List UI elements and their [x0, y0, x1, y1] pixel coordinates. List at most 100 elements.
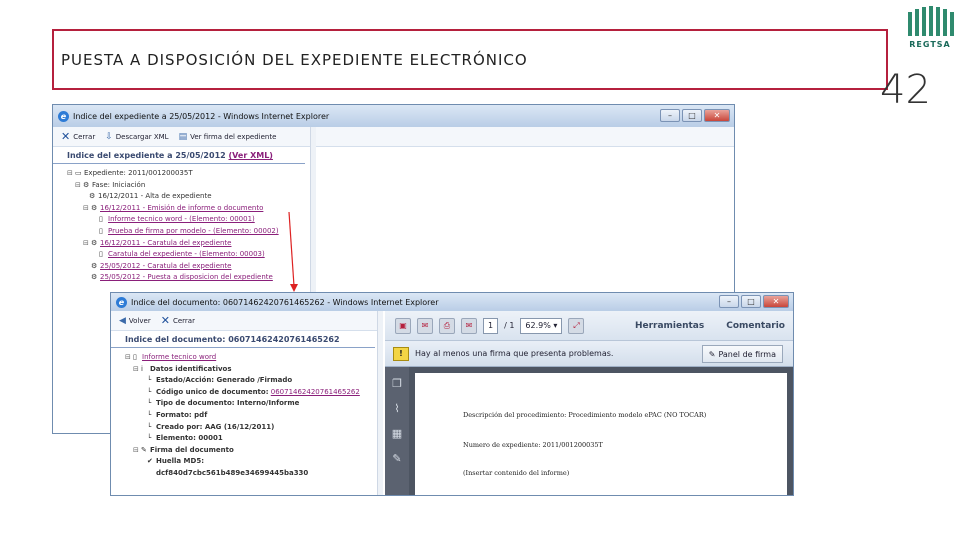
window-title: Indice del documento: 060714624207614652…	[131, 297, 439, 307]
print-icon[interactable]: ⎙	[439, 317, 455, 334]
close-label: Cerrar	[172, 316, 195, 325]
view-signature-button[interactable]: ▤ Ver firma del expediente	[179, 132, 277, 142]
tree-node[interactable]: ⚙ 25/05/2012 - Caratula del expediente	[53, 261, 313, 273]
view-xml-link[interactable]: (Ver XML)	[229, 151, 273, 160]
tree-node[interactable]: ⚙ 16/12/2011 - Alta de expediente	[53, 191, 313, 203]
collapse-icon[interactable]: ⊟	[75, 180, 83, 192]
tree-node[interactable]: ▯ Prueba de firma por modelo - (Elemento:…	[53, 226, 313, 238]
fit-page-icon[interactable]: ⤢	[568, 317, 585, 334]
layers-icon[interactable]: ▦	[392, 427, 402, 440]
slide-title: PUESTA A DISPOSICIÓN DEL EXPEDIENTE ELEC…	[61, 51, 528, 69]
close-icon: ✕	[160, 314, 170, 327]
save-icon[interactable]: ▣	[395, 317, 411, 334]
tree-node-label: Elemento: 00001	[156, 434, 223, 443]
tree-node-label: 16/12/2011 - Alta de expediente	[98, 192, 212, 201]
document-index-pane: ◀ Volver ✕ Cerrar Indice del documento: …	[111, 311, 383, 495]
pdf-text-line: Numero de expediente: 2011/001200035T	[463, 441, 603, 449]
tree-node: dcf840d7cbc561b489e34699445ba330	[111, 468, 383, 480]
close-button[interactable]: ✕ Cerrar	[61, 130, 95, 143]
tree-node-label: Estado/Acción: Generado /Firmado	[156, 376, 293, 385]
email-pdf-icon[interactable]: ✉	[417, 317, 433, 334]
window-titlebar[interactable]: e Indice del documento: 0607146242076146…	[111, 293, 793, 311]
internet-explorer-icon: e	[116, 296, 127, 308]
slide-header: PUESTA A DISPOSICIÓN DEL EXPEDIENTE ELEC…	[52, 29, 931, 113]
download-xml-button[interactable]: ⇩ Descargar XML	[105, 132, 168, 142]
index-heading: Indice del expediente a 25/05/2012 (Ver …	[53, 147, 305, 164]
tree-node[interactable]: ⊟ ▭ Expediente: 2011/001200035T	[53, 168, 313, 180]
pdf-toolbar: ▣ ✉ ⎙ ✉ 1 / 1 62.9% ▾ ⤢ Herramientas Com…	[385, 311, 793, 341]
document-icon: ▤	[178, 131, 188, 142]
tree-node[interactable]: ⚙ 25/05/2012 - Puesta a disposicion del e…	[53, 272, 313, 284]
document-icon: ▯	[133, 353, 137, 361]
tree-line-icon: └	[147, 434, 152, 443]
comment-menu[interactable]: Comentario	[726, 321, 785, 331]
tree-node[interactable]: ⊟ ▯ Informe tecnico word	[111, 352, 383, 364]
close-button[interactable]: ✕ Cerrar	[161, 314, 195, 327]
internet-explorer-icon: e	[58, 110, 69, 122]
zoom-select[interactable]: 62.9% ▾	[520, 317, 563, 334]
mail-icon[interactable]: ✉	[461, 317, 477, 334]
download-icon: ⇩	[105, 131, 113, 142]
chevron-down-icon: ▾	[553, 321, 558, 330]
tree-node-label: 16/12/2011 - Emisión de informe o docume…	[100, 203, 264, 212]
pdf-page: Descripción del procedimiento: Procedimi…	[415, 373, 787, 495]
back-arrow-icon: ◀	[119, 315, 126, 326]
pdf-text-line: Descripción del procedimiento: Procedimi…	[463, 411, 707, 419]
collapse-icon[interactable]: ⊟	[83, 238, 91, 250]
left-pane-scrollbar[interactable]	[377, 311, 383, 495]
minimize-button[interactable]: –	[719, 295, 739, 308]
toolbar: ✕ Cerrar ⇩ Descargar XML ▤ Ver firma del…	[53, 127, 734, 147]
tree-node[interactable]: ⊟ ✎ Firma del documento	[111, 445, 383, 457]
document-code-link[interactable]: 06071462420761465262	[271, 387, 360, 399]
minimize-button[interactable]: –	[660, 109, 680, 122]
logo-emblem	[908, 6, 954, 36]
tree-line-icon: └	[147, 422, 152, 431]
tree-node-label: Informe tecnico word	[142, 353, 217, 361]
tree-line-icon: └	[147, 387, 152, 396]
tree-node: └ Tipo de documento: Interno/Informe	[111, 398, 383, 410]
window-titlebar[interactable]: e Indice del expediente a 25/05/2012 - W…	[53, 105, 734, 127]
collapse-icon[interactable]: ⊟	[133, 364, 141, 376]
signature-icon[interactable]: ✎	[392, 452, 401, 465]
tree-node[interactable]: ⊟ ⚙ Fase: Iniciación	[53, 180, 313, 192]
collapse-icon[interactable]: ⊟	[133, 445, 141, 457]
collapse-icon[interactable]: ⊟	[83, 203, 91, 215]
maximize-button[interactable]: □	[682, 109, 702, 122]
tree-node[interactable]: ⊟ ⚙ 16/12/2011 - Emisión de informe o docu…	[53, 203, 313, 215]
phase-icon: ⚙	[83, 180, 90, 189]
tools-menu[interactable]: Herramientas	[635, 321, 704, 331]
close-window-button[interactable]: ✕	[704, 109, 730, 122]
index-heading: Indice del documento: 060714624207614652…	[111, 331, 375, 348]
hash-value: dcf840d7cbc561b489e34699445ba330	[156, 468, 309, 477]
tree-node-label: Fase: Iniciación	[92, 180, 146, 189]
tree-node-label: Caratula del expediente - (Elemento: 000…	[108, 250, 265, 259]
tree-node-label: Formato: pdf	[156, 410, 208, 419]
tree-node[interactable]: ▯ Caratula del expediente - (Elemento: 00…	[53, 249, 313, 261]
tree-node: └ Estado/Acción: Generado /Firmado	[111, 375, 383, 387]
tree-node[interactable]: ⊟ i Datos identificativos	[111, 364, 383, 376]
tree-node[interactable]: ⊟ ⚙ 16/12/2011 - Caratula del expediente	[53, 238, 313, 250]
close-window-button[interactable]: ✕	[763, 295, 789, 308]
gear-icon: ⚙	[91, 238, 98, 247]
signature-panel-button[interactable]: ✎ Panel de firma	[701, 345, 783, 363]
document-icon: ▯	[99, 215, 103, 224]
signature-pen-icon: ✎	[708, 349, 716, 359]
collapse-icon[interactable]: ⊟	[67, 168, 75, 180]
maximize-button[interactable]: □	[741, 295, 761, 308]
tree-node: ✔ Huella MD5:	[111, 456, 383, 468]
toolbar: ◀ Volver ✕ Cerrar	[111, 311, 383, 331]
close-icon: ✕	[61, 130, 71, 143]
pages-icon[interactable]: ❐	[392, 377, 402, 390]
view-signature-label: Ver firma del expediente	[190, 132, 277, 141]
tree-node[interactable]: ▯ Informe tecnico word - (Elemento: 00001…	[53, 214, 313, 226]
gear-icon: ⚙	[91, 203, 98, 212]
folder-icon: ▭	[75, 169, 82, 177]
attachment-icon[interactable]: ⌇	[394, 402, 399, 415]
back-button[interactable]: ◀ Volver	[119, 316, 151, 326]
page-number-input[interactable]: 1	[483, 317, 499, 334]
gear-icon: ⚙	[91, 273, 98, 282]
heading-text: Indice del expediente a 25/05/2012	[67, 151, 226, 160]
close-label: Cerrar	[73, 132, 96, 141]
expediente-tree: ⊟ ▭ Expediente: 2011/001200035T ⊟ ⚙ Fase: In…	[53, 168, 313, 284]
collapse-icon[interactable]: ⊟	[125, 352, 133, 364]
